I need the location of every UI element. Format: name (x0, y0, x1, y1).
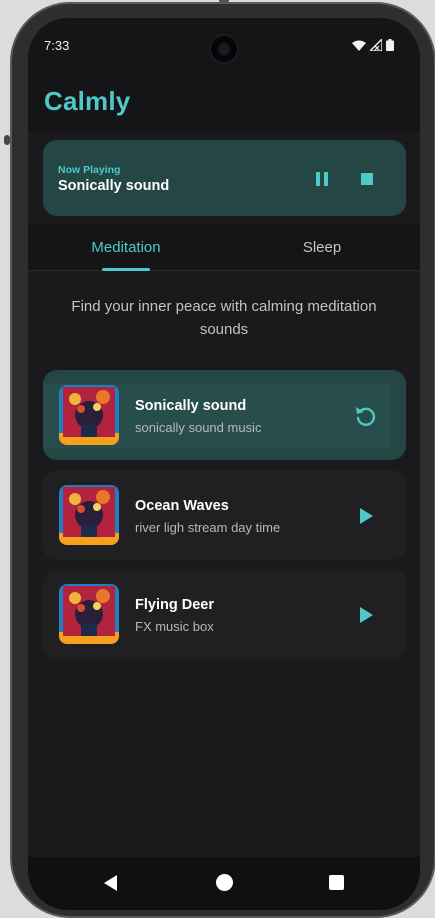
play-button[interactable] (353, 503, 379, 529)
battery-icon (386, 39, 394, 54)
track-subtitle: sonically sound music (135, 420, 262, 435)
track-item-flying-deer[interactable]: Flying Deer FX music box (43, 569, 406, 659)
status-bar: 7:33 (28, 18, 420, 70)
track-subtitle: FX music box (135, 619, 214, 634)
tab-indicator (102, 268, 150, 271)
play-button[interactable] (353, 602, 379, 628)
content-area: Now Playing Sonically sound Meditation S… (28, 132, 420, 857)
recents-button[interactable] (329, 875, 344, 890)
status-time: 7:33 (44, 38, 70, 53)
system-nav-bar (28, 857, 420, 910)
back-button[interactable] (102, 873, 120, 893)
device-side-button (4, 135, 10, 145)
intro-text: Find your inner peace with calming medit… (71, 298, 377, 338)
now-playing-card: Now Playing Sonically sound (43, 140, 406, 216)
home-button[interactable] (216, 874, 233, 891)
replay-button[interactable] (353, 403, 379, 429)
back-icon (104, 875, 117, 891)
app-header: Calmly (28, 70, 420, 132)
track-title: Sonically sound (135, 398, 247, 414)
play-icon (360, 508, 373, 524)
track-artwork (59, 485, 119, 545)
now-playing-label: Now Playing (58, 164, 121, 176)
wifi-icon (352, 39, 366, 54)
tab-meditation[interactable]: Meditation (28, 225, 224, 271)
status-icons (352, 37, 394, 54)
track-artwork (59, 385, 119, 445)
play-icon (360, 607, 373, 623)
app-title: Calmly (44, 86, 131, 116)
track-title: Ocean Waves (135, 498, 229, 514)
track-subtitle: river ligh stream day time (135, 520, 281, 535)
phone-screen: 7:33 Calmly Now Playing Sonically sound (28, 18, 420, 910)
stop-icon (361, 173, 373, 185)
front-camera (209, 34, 239, 64)
track-title: Flying Deer (135, 597, 214, 613)
track-artwork (59, 584, 119, 644)
tab-sleep[interactable]: Sleep (224, 225, 420, 271)
track-item-sonically-sound[interactable]: Sonically sound sonically sound music (43, 370, 406, 460)
track-item-ocean-waves[interactable]: Ocean Waves river ligh stream day time (43, 470, 406, 560)
now-playing-title: Sonically sound (58, 178, 170, 194)
tab-bar: Meditation Sleep (28, 225, 420, 271)
stop-button[interactable] (356, 168, 378, 190)
replay-icon (356, 407, 376, 426)
pause-icon (316, 172, 328, 186)
pause-button[interactable] (311, 168, 333, 190)
signal-icon (368, 37, 383, 54)
